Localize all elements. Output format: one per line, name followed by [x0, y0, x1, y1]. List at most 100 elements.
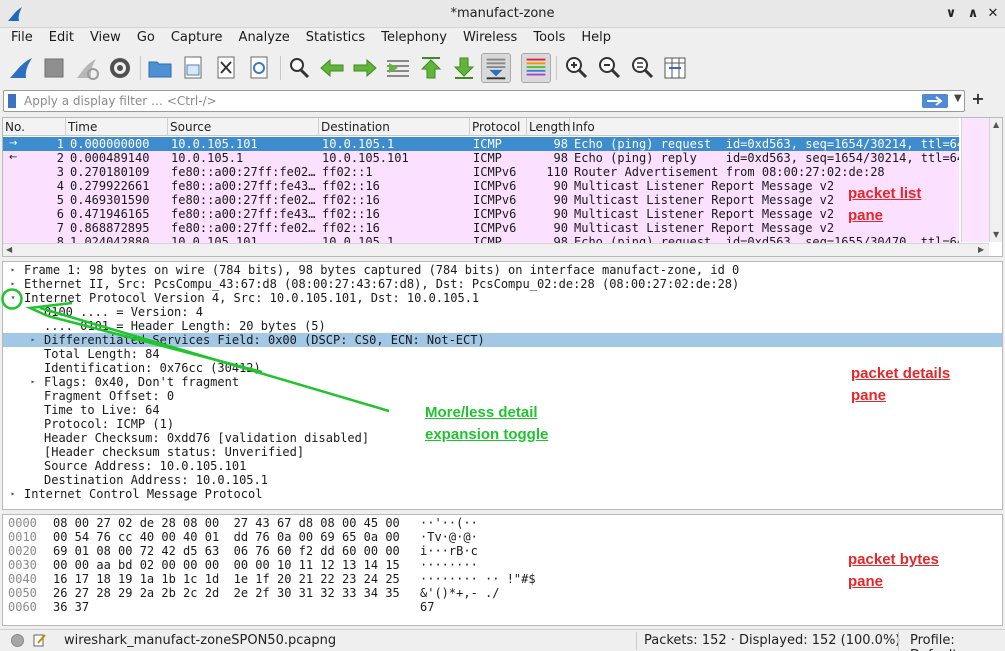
filter-bookmark-icon[interactable] [8, 94, 16, 108]
scroll-up-icon[interactable]: ▲ [993, 120, 999, 129]
packet-cell-dst: ff02::16 [322, 207, 380, 221]
close-window-button[interactable]: ✕ [985, 6, 1001, 22]
menu-edit[interactable]: Edit [38, 28, 79, 50]
column-header-info[interactable]: Info [570, 118, 959, 136]
packet-row[interactable]: 6 0.471946165 fe80::a00:27ff:fe43… ff02::16… [3, 207, 959, 221]
bytes-row[interactable]: 0000 08 00 27 02 de 28 08 00 27 43 67 d8 … [3, 516, 1002, 530]
packet-list-vertical-scrollbar[interactable]: ▲ ▼ [989, 118, 1002, 242]
packet-cell-proto: ICMP [473, 151, 502, 165]
normal-size-icon[interactable] [627, 53, 657, 83]
expanded-toggle-icon[interactable]: ▾ [8, 291, 18, 305]
display-filter-input[interactable] [24, 92, 904, 110]
packet-list-minimap[interactable] [961, 118, 989, 242]
reload-file-icon[interactable] [244, 53, 274, 83]
detail-tree-item[interactable]: ▸ Ethernet II, Src: PcsCompu_43:67:d8 (08… [3, 277, 1002, 291]
bytes-hex: 36 37 [53, 600, 90, 614]
packet-row[interactable]: → 1 0.000000000 10.0.105.101 10.0.105.1 ICMP 9… [3, 137, 959, 151]
open-file-folder-icon[interactable] [145, 53, 175, 83]
packet-cell-time: 0.000489140 [70, 151, 150, 165]
collapsed-toggle-icon[interactable]: ▸ [8, 263, 18, 277]
autoscroll-toggle[interactable] [481, 53, 511, 83]
collapsed-toggle-icon[interactable]: ▸ [8, 277, 18, 291]
go-forward-icon[interactable] [350, 53, 380, 83]
detail-tree-item[interactable]: [Header checksum status: Unverified] [3, 445, 1002, 459]
capture-comment-edit-icon[interactable] [33, 633, 47, 647]
scroll-down-icon[interactable]: ▼ [993, 230, 999, 239]
go-to-packet-icon[interactable] [383, 53, 413, 83]
bytes-row[interactable]: 0060 36 37 67 [3, 600, 1002, 614]
filter-history-dropdown-icon[interactable]: ▼ [954, 93, 962, 104]
capture-options-gear-icon[interactable] [105, 53, 135, 83]
bytes-row[interactable]: 0010 00 54 76 cc 40 00 40 01 dd 76 0a 00 … [3, 530, 1002, 544]
toolbar-separator [556, 56, 557, 80]
expert-info-status-icon[interactable] [11, 634, 24, 647]
column-header-protocol[interactable]: Protocol [470, 118, 527, 136]
status-profile[interactable]: Profile: Default [910, 633, 1005, 651]
detail-tree-text: .... 0101 = Header Length: 20 bytes (5) [44, 319, 326, 333]
bytes-offset: 0030 [8, 558, 37, 572]
packet-cell-len: 110 [546, 165, 568, 179]
column-header-no[interactable]: No. [3, 118, 66, 136]
detail-tree-item[interactable]: Source Address: 10.0.105.101 [3, 459, 1002, 473]
menu-file[interactable]: File [0, 28, 38, 50]
packet-cell-dst: ff02::16 [322, 179, 380, 193]
collapsed-toggle-icon[interactable]: ▸ [28, 375, 38, 389]
autoscroll-icon [486, 58, 506, 80]
menu-statistics[interactable]: Statistics [295, 28, 370, 50]
detail-tree-item[interactable]: ▸ Internet Control Message Protocol [3, 487, 1002, 501]
add-filter-button-icon[interactable]: + [970, 89, 986, 109]
menu-view[interactable]: View [79, 28, 126, 50]
menu-capture[interactable]: Capture [160, 28, 228, 50]
restart-capture-icon[interactable] [72, 53, 102, 83]
collapsed-toggle-icon[interactable]: ▸ [28, 333, 38, 347]
packet-cell-proto: ICMP [473, 137, 502, 151]
packet-row[interactable]: 5 0.469301590 fe80::a00:27ff:fe02… ff02::16… [3, 193, 959, 207]
zoom-in-icon[interactable] [561, 53, 591, 83]
menu-tools[interactable]: Tools [522, 28, 570, 50]
go-back-icon[interactable] [317, 53, 347, 83]
detail-tree-item[interactable]: Destination Address: 10.0.105.1 [3, 473, 1002, 487]
detail-tree-item[interactable]: .... 0101 = Header Length: 20 bytes (5) [3, 319, 1002, 333]
menu-analyze[interactable]: Analyze [228, 28, 295, 50]
column-header-destination[interactable]: Destination [319, 118, 470, 136]
annotation-packet-list-pane: packet list pane [848, 185, 922, 224]
packet-row[interactable]: 4 0.279922661 fe80::a00:27ff:fe43… ff02::16… [3, 179, 959, 193]
packet-row[interactable]: ← 2 0.000489140 10.0.105.1 10.0.105.101 ICMP 9… [3, 151, 959, 165]
detail-tree-text: Total Length: 84 [44, 347, 160, 361]
minimize-button[interactable]: ∨ [943, 6, 959, 22]
last-packet-icon[interactable] [449, 53, 479, 83]
stop-capture-icon[interactable] [39, 53, 69, 83]
menu-wireless[interactable]: Wireless [452, 28, 522, 50]
apply-filter-arrow-icon[interactable] [922, 94, 948, 108]
menu-go[interactable]: Go [126, 28, 160, 50]
column-header-length[interactable]: Length [527, 118, 570, 136]
column-header-source[interactable]: Source [168, 118, 319, 136]
detail-tree-item[interactable]: ▸ Differentiated Services Field: 0x00 (DS… [3, 333, 1002, 347]
detail-tree-item[interactable]: 0100 .... = Version: 4 [3, 305, 1002, 319]
packet-cell-src: fe80::a00:27ff:fe43… [171, 179, 316, 193]
packet-list-horizontal-scrollbar[interactable]: ◀ ▶ [3, 243, 989, 256]
packet-cell-no: 3 [56, 165, 64, 179]
find-packet-icon[interactable] [284, 53, 314, 83]
shark-fin-start-icon[interactable] [6, 53, 36, 83]
close-file-icon[interactable] [211, 53, 241, 83]
column-header-time[interactable]: Time [66, 118, 168, 136]
detail-tree-item[interactable]: Total Length: 84 [3, 347, 1002, 361]
scroll-left-icon[interactable]: ◀ [6, 245, 12, 254]
save-file-icon[interactable] [178, 53, 208, 83]
main-toolbar [0, 50, 1005, 86]
packet-cell-dst: ff02::16 [322, 221, 380, 235]
zoom-out-icon[interactable] [594, 53, 624, 83]
packet-row[interactable]: 7 0.868872895 fe80::a00:27ff:fe02… ff02::16… [3, 221, 959, 235]
menu-telephony[interactable]: Telephony [370, 28, 452, 50]
maximize-button[interactable]: ∧ [965, 6, 981, 22]
detail-tree-item[interactable]: ▾ Internet Protocol Version 4, Src: 10.0.… [3, 291, 1002, 305]
menu-help[interactable]: Help [570, 28, 616, 50]
packet-row[interactable]: 3 0.270180109 fe80::a00:27ff:fe02… ff02::1 I… [3, 165, 959, 179]
collapsed-toggle-icon[interactable]: ▸ [8, 487, 18, 501]
resize-columns-icon[interactable] [660, 53, 690, 83]
colorize-toggle[interactable] [521, 53, 551, 83]
scroll-right-icon[interactable]: ▶ [978, 245, 984, 254]
detail-tree-item[interactable]: ▸ Frame 1: 98 bytes on wire (784 bits), 9… [3, 263, 1002, 277]
first-packet-icon[interactable] [416, 53, 446, 83]
